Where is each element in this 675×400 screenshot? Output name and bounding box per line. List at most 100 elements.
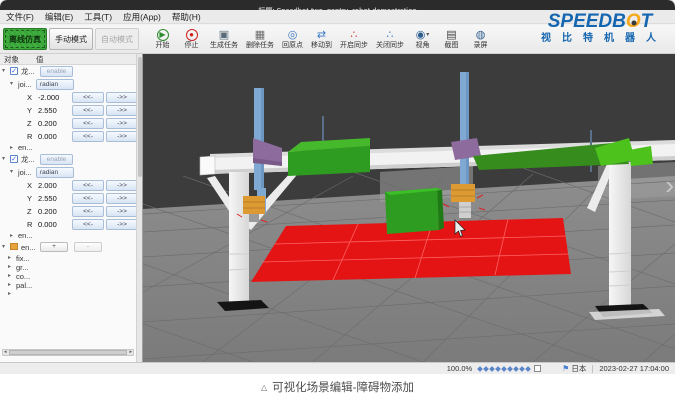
branch-label: pal...	[16, 281, 32, 290]
decrement-button[interactable]: <<-	[72, 193, 104, 204]
tree-row-robot[interactable]: ▾✓龙...enable	[0, 153, 136, 166]
tool-icon-row: ∴	[387, 28, 394, 41]
sync-on-icon: ∴	[351, 29, 358, 41]
tree-row-branch[interactable]: ▸ en...	[0, 143, 136, 153]
expand-arrow-icon[interactable]: ▾	[2, 153, 5, 166]
scroll-left-icon[interactable]: ◂	[4, 350, 7, 355]
dropdown-caret-icon[interactable]: ▾	[426, 31, 429, 38]
decrement-button[interactable]: <<-	[72, 180, 104, 191]
tool-label: 停止	[185, 41, 199, 50]
scroll-right-icon[interactable]: ▸	[129, 350, 132, 355]
zoom-slider[interactable]	[478, 365, 556, 372]
tree-row-branch[interactable]: ▸ pal...	[0, 281, 136, 290]
tree-row-robot[interactable]: ▾ ✓龙... enable	[0, 65, 136, 78]
tool-save-task[interactable]: ▣生成任务	[207, 26, 241, 53]
tool-stop[interactable]: ●停止	[178, 26, 205, 53]
expand-arrow-icon[interactable]: ▸	[10, 143, 13, 153]
tree-row-branch[interactable]: ▸ en...	[0, 231, 136, 241]
scrollbar-thumb[interactable]	[9, 350, 127, 355]
increment-button[interactable]: ->>	[106, 105, 138, 116]
expand-arrow-icon[interactable]: ▸	[8, 263, 11, 272]
tree-row-environment[interactable]: ▾ en... +-	[0, 241, 136, 254]
tool-sync-on[interactable]: ∴开启同步	[337, 26, 371, 53]
tool-sync-off[interactable]: ∴关闭同步	[373, 26, 407, 53]
panel-vertical-scrollbar[interactable]	[136, 54, 142, 362]
expand-arrow-icon[interactable]: ▸	[10, 231, 13, 241]
unit-dropdown[interactable]: radian	[36, 79, 74, 90]
tree-row-branch[interactable]: ▸co...	[0, 272, 136, 281]
expand-arrow-icon[interactable]: ▾	[10, 166, 13, 179]
statusbar-divider	[592, 365, 593, 373]
tool-view-angle[interactable]: ◉▾视角	[409, 26, 436, 53]
menu-item-4[interactable]: 帮助(H)	[172, 11, 201, 23]
expand-arrow-icon[interactable]: ▸	[8, 290, 11, 299]
menu-item-2[interactable]: 工具(T)	[84, 11, 112, 23]
increment-button[interactable]: ->>	[106, 131, 138, 142]
menu-item-3[interactable]: 应用(App)	[123, 11, 161, 23]
slider-handle[interactable]	[534, 365, 541, 372]
tool-move-to[interactable]: ⇄移动到	[308, 26, 335, 53]
mode-button-0[interactable]: 离线仿真	[3, 28, 47, 50]
axis-letter: Y	[27, 104, 32, 117]
tool-play[interactable]: ▶开始	[149, 26, 176, 53]
tool-screenshot[interactable]: ▤截图	[438, 26, 465, 53]
tool-delete-task[interactable]: ▦删除任务	[243, 26, 277, 53]
increment-button[interactable]: ->>	[106, 193, 138, 204]
increment-button[interactable]: ->>	[106, 206, 138, 217]
mode-button-2[interactable]: 自动模式	[95, 28, 139, 50]
branch-label: en...	[18, 143, 33, 153]
increment-button[interactable]: ->>	[106, 118, 138, 129]
caption-text: 可视化场景编辑-障碍物添加	[272, 379, 414, 395]
robot-checkbox[interactable]: ✓	[10, 67, 18, 75]
increment-button[interactable]: ->>	[106, 219, 138, 230]
branch-label: en...	[18, 231, 33, 241]
mode-button-1[interactable]: 手动模式	[49, 28, 93, 50]
viewport-3d[interactable]: ›	[143, 54, 675, 362]
robot-name: 龙...	[21, 65, 35, 78]
remove-button[interactable]: -	[74, 242, 102, 252]
decrement-button[interactable]: <<-	[72, 131, 104, 142]
decrement-button[interactable]: <<-	[72, 118, 104, 129]
tree-row-branch[interactable]: ▸gr...	[0, 263, 136, 272]
tool-home-origin[interactable]: ◎回原点	[279, 26, 306, 53]
tree-row-joint[interactable]: ▾joi...radian	[0, 166, 136, 179]
next-view-chevron-icon[interactable]: ›	[665, 172, 674, 198]
decrement-button[interactable]: <<-	[72, 105, 104, 116]
add-button[interactable]: +	[40, 242, 68, 252]
scrollbar-thumb[interactable]	[138, 57, 142, 177]
object-panel: 对象 值 ▾✓龙...enable▾joi...radianX-2.000<<-…	[0, 54, 143, 362]
environment-label: en...	[21, 241, 36, 254]
tool-icon-row: ◍	[476, 28, 486, 41]
expand-arrow-icon[interactable]: ▾	[2, 65, 5, 78]
enable-button[interactable]: enable	[40, 66, 73, 77]
decrement-button[interactable]: <<-	[72, 206, 104, 217]
slider-tick	[525, 366, 531, 372]
expand-arrow-icon[interactable]: ▸	[8, 272, 11, 281]
language-flag-icon: ⚑	[562, 364, 569, 374]
tree-row-axis: R0.000<<-->>	[0, 130, 136, 143]
enable-button[interactable]: enable	[40, 154, 73, 165]
language-selector[interactable]: ⚑ 日本	[562, 363, 586, 374]
decrement-button[interactable]: <<-	[72, 219, 104, 230]
delete-task-icon: ▦	[255, 29, 265, 41]
window-titlebar[interactable]: 标题: Speedbot-two_gantry_robot-demostrati…	[0, 0, 675, 10]
menu-item-1[interactable]: 编辑(E)	[45, 11, 73, 23]
expand-arrow-icon[interactable]: ▸	[8, 281, 11, 290]
tree-row-joint[interactable]: ▾joi...radian	[0, 78, 136, 91]
increment-button[interactable]: ->>	[106, 180, 138, 191]
unit-dropdown[interactable]: radian	[36, 167, 74, 178]
decrement-button[interactable]: <<-	[72, 92, 104, 103]
branch-label: fix...	[16, 254, 30, 263]
increment-button[interactable]: ->>	[106, 92, 138, 103]
tool-screen-record[interactable]: ◍录屏	[467, 26, 494, 53]
robot-checkbox[interactable]: ✓	[10, 155, 18, 163]
tree-row-branch[interactable]: ▸	[0, 290, 136, 299]
axis-letter: R	[27, 218, 32, 231]
expand-arrow-icon[interactable]: ▸	[8, 254, 11, 263]
menu-item-0[interactable]: 文件(F)	[6, 11, 34, 23]
expand-arrow-icon[interactable]: ▾	[2, 241, 5, 254]
tree-row-branch[interactable]: ▸ fix...	[0, 254, 136, 263]
tool-icon-row: ◎	[288, 28, 298, 41]
panel-horizontal-scrollbar[interactable]: ◂ ▸	[2, 349, 134, 356]
expand-arrow-icon[interactable]: ▾	[10, 78, 13, 91]
